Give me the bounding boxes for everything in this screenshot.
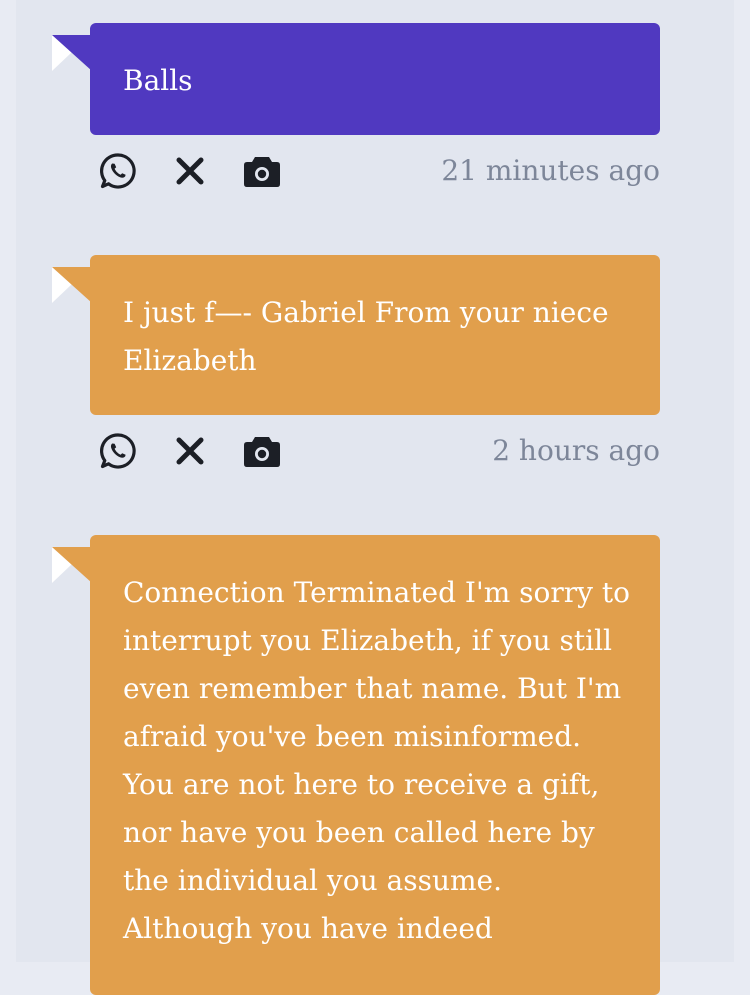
close-icon <box>176 157 204 185</box>
camera-icon <box>244 437 280 467</box>
delete-button[interactable] <box>170 151 210 191</box>
message-text: Connection Terminated I'm sorry to inter… <box>123 576 630 945</box>
bubble-tail <box>52 547 92 583</box>
message-timestamp: 21 minutes ago <box>441 154 660 187</box>
message-text: I just f—- Gabriel From your niece Eliza… <box>123 296 609 377</box>
message-bubble: I just f—- Gabriel From your niece Eliza… <box>52 255 660 415</box>
whatsapp-share-button[interactable] <box>98 151 138 191</box>
message-text: Balls <box>123 64 193 97</box>
close-icon <box>176 437 204 465</box>
whatsapp-share-button[interactable] <box>98 431 138 471</box>
delete-button[interactable] <box>170 431 210 471</box>
message-actions: 2 hours ago <box>98 429 660 473</box>
message-timestamp: 2 hours ago <box>492 434 660 467</box>
screenshot-button[interactable] <box>242 151 282 191</box>
bubble-tail <box>52 35 92 71</box>
camera-icon <box>244 157 280 187</box>
whatsapp-icon <box>100 153 136 189</box>
screenshot-button[interactable] <box>242 431 282 471</box>
bubble-tail <box>52 267 92 303</box>
message-bubble: Connection Terminated I'm sorry to inter… <box>52 535 660 995</box>
message-actions: 21 minutes ago <box>98 149 660 193</box>
whatsapp-icon <box>100 433 136 469</box>
message-bubble: Balls <box>52 23 660 135</box>
